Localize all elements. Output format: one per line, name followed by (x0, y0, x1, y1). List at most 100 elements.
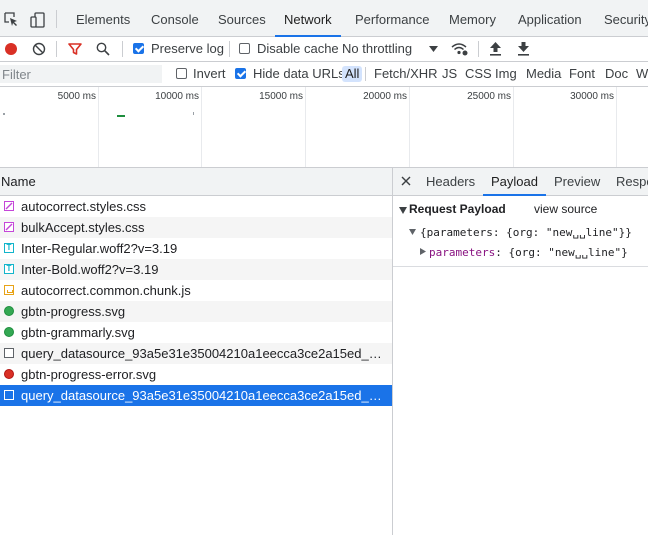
throttling-select[interactable]: No throttling (342, 37, 412, 61)
payload-property-value: : {org: "new␣␣line"} (495, 246, 628, 259)
collapse-triangle-icon[interactable] (399, 207, 407, 214)
tab-elements[interactable]: Elements (76, 0, 130, 36)
record-icon[interactable] (5, 43, 17, 55)
request-name: query_datasource_93a5e31e35004210a1eecca… (21, 346, 385, 361)
svg-image-icon (4, 327, 14, 337)
timeline-tick-label: 25000 ms (467, 91, 511, 102)
timeline-gridline (616, 87, 617, 167)
request-list: autocorrect.styles.css bulkAccept.styles… (0, 196, 392, 535)
disable-cache-label[interactable]: Disable cache (257, 37, 339, 61)
filter-type-js[interactable]: JS (442, 66, 457, 82)
detail-tab-preview[interactable]: Preview (554, 168, 600, 195)
chevron-down-icon[interactable] (429, 46, 438, 52)
request-name: autocorrect.common.chunk.js (21, 283, 191, 298)
invert-checkbox[interactable] (176, 68, 187, 79)
payload-root-line[interactable]: {parameters: {org: "new␣␣line"}} (420, 226, 632, 239)
invert-label[interactable]: Invert (193, 62, 226, 86)
request-row[interactable]: T Inter-Bold.woff2?v=3.19 (0, 259, 392, 280)
request-row[interactable]: query_datasource_93a5e31e35004210a1eecca… (0, 343, 392, 364)
filter-type-img[interactable]: Img (495, 66, 517, 82)
search-icon[interactable] (96, 42, 110, 56)
timeline-tick-label: 15000 ms (259, 91, 303, 102)
request-row[interactable]: autocorrect.common.chunk.js (0, 280, 392, 301)
import-har-icon[interactable] (489, 41, 502, 56)
tab-network[interactable]: Network (275, 0, 341, 37)
devtools-tab-bar: Elements Console Sources Network Perform… (0, 0, 648, 37)
detail-tab-headers[interactable]: Headers (426, 168, 475, 195)
request-row[interactable]: T Inter-Regular.woff2?v=3.19 (0, 238, 392, 259)
filter-bar: Invert Hide data URLs All Fetch/XHR JS C… (0, 62, 648, 87)
timeline-tick-label: 10000 ms (155, 91, 199, 102)
payload-property-key: parameters (429, 246, 496, 259)
font-file-icon: T (4, 243, 14, 253)
timeline-request-mark (3, 113, 5, 115)
filter-type-media[interactable]: Media (526, 66, 561, 82)
timeline-tick-label: 20000 ms (363, 91, 407, 102)
request-payload-section: Request Payload view source {parameters:… (393, 196, 648, 267)
request-row[interactable]: gbtn-grammarly.svg (0, 322, 392, 343)
document-file-icon (4, 348, 14, 358)
inspect-element-icon[interactable] (4, 12, 19, 27)
css-file-icon (4, 222, 14, 232)
expand-triangle-right-icon[interactable] (420, 248, 426, 255)
request-row[interactable]: bulkAccept.styles.css (0, 217, 392, 238)
close-icon[interactable] (401, 176, 411, 186)
tab-memory[interactable]: Memory (449, 0, 496, 36)
device-toolbar-icon[interactable] (30, 12, 46, 28)
preserve-log-checkbox[interactable] (133, 43, 144, 54)
detail-tab-bar: Headers Payload Preview Respo (393, 168, 648, 196)
expand-triangle-down-icon[interactable] (409, 229, 416, 235)
timeline-tick-label: 30000 ms (570, 91, 614, 102)
timeline-overview[interactable]: 5000 ms 10000 ms 15000 ms 20000 ms 25000… (0, 87, 648, 168)
request-row[interactable]: gbtn-progress-error.svg (0, 364, 392, 385)
filter-input[interactable] (0, 65, 162, 83)
filter-type-ws[interactable]: WS (636, 66, 648, 82)
tab-console[interactable]: Console (151, 0, 199, 36)
request-name: gbtn-progress.svg (21, 304, 126, 319)
request-name: autocorrect.styles.css (21, 199, 146, 214)
svg-image-icon (4, 369, 14, 379)
filter-type-font[interactable]: Font (569, 66, 595, 82)
request-payload-title[interactable]: Request Payload (409, 202, 506, 216)
preserve-log-label[interactable]: Preserve log (151, 37, 224, 61)
view-source-link[interactable]: view source (534, 202, 597, 216)
timeline-tick-label: 5000 ms (57, 91, 96, 102)
clear-icon[interactable] (32, 42, 46, 56)
filter-type-doc[interactable]: Doc (605, 66, 628, 82)
font-file-icon: T (4, 264, 14, 274)
column-name-header[interactable]: Name (1, 168, 36, 195)
filter-type-css[interactable]: CSS (465, 66, 492, 82)
hide-data-urls-checkbox[interactable] (235, 68, 246, 79)
network-conditions-icon[interactable] (451, 42, 468, 56)
request-list-header[interactable]: Name (0, 168, 392, 196)
timeline-request-mark (117, 115, 125, 117)
request-name: gbtn-progress-error.svg (21, 367, 157, 382)
request-row-selected[interactable]: query_datasource_93a5e31e35004210a1eecca… (0, 385, 392, 406)
filter-type-fetch-xhr[interactable]: Fetch/XHR (374, 66, 438, 82)
tab-application[interactable]: Application (518, 0, 582, 36)
disable-cache-checkbox[interactable] (239, 43, 250, 54)
toolbar-separator (122, 41, 123, 57)
request-row[interactable]: autocorrect.styles.css (0, 196, 392, 217)
script-file-icon (4, 285, 14, 295)
timeline-gridline (201, 87, 202, 167)
request-name: bulkAccept.styles.css (21, 220, 145, 235)
payload-property-line[interactable]: parameters: {org: "new␣␣line"} (429, 246, 628, 259)
timeline-gridline (305, 87, 306, 167)
hide-data-urls-label[interactable]: Hide data URLs (253, 62, 345, 86)
filter-separator (365, 67, 366, 81)
filter-type-all[interactable]: All (342, 66, 363, 82)
detail-tab-response[interactable]: Respo (616, 168, 648, 195)
network-toolbar: Preserve log Disable cache No throttling (0, 37, 648, 62)
request-row[interactable]: gbtn-progress.svg (0, 301, 392, 322)
tab-sources[interactable]: Sources (218, 0, 266, 36)
request-name: query_datasource_93a5e31e35004210a1eecca… (21, 388, 385, 403)
detail-tab-payload[interactable]: Payload (483, 168, 546, 196)
tab-performance[interactable]: Performance (355, 0, 429, 36)
filter-icon[interactable] (68, 42, 82, 56)
tab-security[interactable]: Security (604, 0, 648, 36)
timeline-gridline (409, 87, 410, 167)
export-har-icon[interactable] (517, 41, 530, 56)
request-name: gbtn-grammarly.svg (21, 325, 135, 340)
css-file-icon (4, 201, 14, 211)
